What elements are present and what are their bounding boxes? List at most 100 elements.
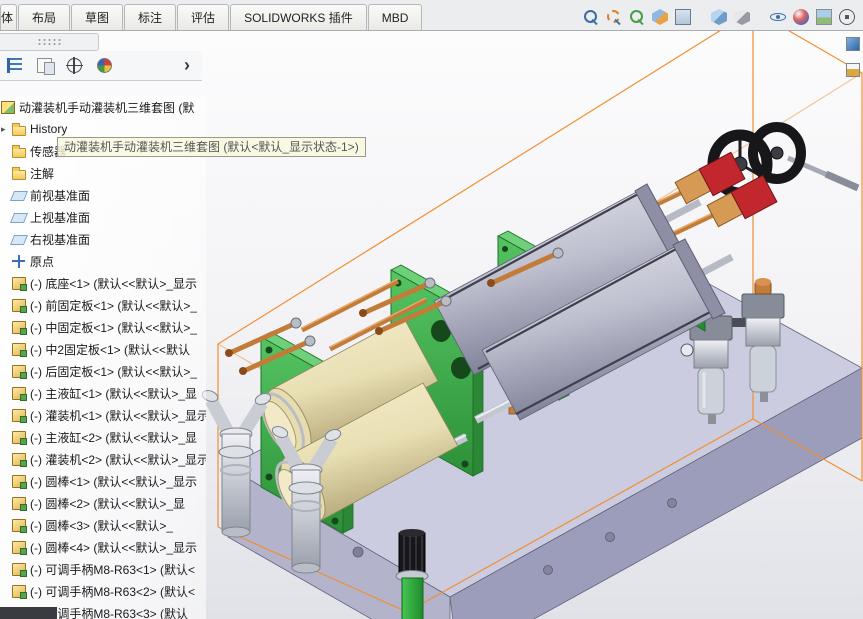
hide-show-items-icon[interactable] <box>768 8 788 26</box>
component-icon <box>12 519 26 532</box>
task-pane-tabs <box>845 36 861 78</box>
annotations-icon <box>12 170 26 180</box>
view-orientation-icon[interactable] <box>709 8 729 26</box>
component-icon <box>12 365 26 378</box>
featuremanager-tab-icon[interactable] <box>2 54 26 78</box>
command-tab-label: 评估 <box>191 9 215 26</box>
tree-item-label: (-) 圆棒<1> (默认<<默认>_显示 <box>30 473 197 490</box>
plane-icon <box>10 213 28 223</box>
tree-item-label: (-) 主液缸<2> (默认<<默认>_显 <box>30 429 197 446</box>
featuremanager-tree: 动灌装机手动灌装机三维套图 (默 History 传感器 <box>0 96 206 619</box>
tree-item-label: 前视基准面 <box>30 187 90 204</box>
command-tab-label: MBD <box>382 11 409 25</box>
displaymanager-tab-icon[interactable] <box>92 54 116 78</box>
command-tab[interactable]: SOLIDWORKS 插件 <box>230 4 367 30</box>
tree-item[interactable]: (-) 中2固定板<1> (默认<<默认 <box>0 338 206 360</box>
command-tab-label: 布局 <box>32 9 56 26</box>
command-tab-label: SOLIDWORKS 插件 <box>244 9 353 26</box>
dimxpert-tab-icon[interactable] <box>62 54 86 78</box>
tree-item[interactable]: (-) 圆棒<2> (默认<<默认>_显 <box>0 492 206 514</box>
tree-item-label: 上视基准面 <box>30 209 90 226</box>
component-icon <box>12 409 26 422</box>
tree-item[interactable]: (-) 主液缸<1> (默认<<默认>_显 <box>0 382 206 404</box>
command-tab[interactable]: 评估 <box>177 4 229 30</box>
tree-item-label: (-) 圆棒<2> (默认<<默认>_显 <box>30 495 185 512</box>
tree-item[interactable]: 注解 <box>0 162 206 184</box>
tree-item[interactable]: (-) 中固定板<1> (默认<<默认>_ <box>0 316 206 338</box>
display-style-icon[interactable] <box>732 8 752 26</box>
panel-expand-chevron[interactable] <box>176 53 198 77</box>
taskbar-fragment <box>0 607 57 619</box>
tree-item-label: 注解 <box>30 165 54 182</box>
component-icon <box>12 321 26 334</box>
command-tab[interactable]: MBD <box>368 4 423 30</box>
expand-arrow-icon[interactable] <box>1 125 12 134</box>
tree-item[interactable]: (-) 灌装机<1> (默认<<默认>_显示 <box>0 404 206 426</box>
section-view-icon[interactable] <box>650 8 670 26</box>
propertymanager-tab-icon[interactable] <box>32 54 56 78</box>
component-icon <box>12 497 26 510</box>
origin-icon <box>12 255 26 268</box>
panel-drag-grip[interactable] <box>0 33 99 51</box>
tree-item[interactable]: (-) 圆棒<1> (默认<<默认>_显示 <box>0 470 206 492</box>
component-icon <box>12 475 26 488</box>
solidworks-window: 体 布局 草图 标注 评估 SOLIDWORKS <box>0 0 863 619</box>
component-icon <box>12 453 26 466</box>
plane-icon <box>10 235 28 245</box>
view-settings-icon[interactable] <box>837 8 857 26</box>
tree-item-label: 右视基准面 <box>30 231 90 248</box>
tree-item-label: (-) 灌装机<1> (默认<<默认>_显示 <box>30 407 206 424</box>
assembly-icon <box>1 101 15 114</box>
grip-dots-icon <box>37 38 61 46</box>
apply-scene-icon[interactable] <box>814 8 834 26</box>
tree-item[interactable]: (-) 底座<1> (默认<<默认>_显示 <box>0 272 206 294</box>
component-icon <box>12 299 26 312</box>
component-icon <box>12 585 26 598</box>
tree-item[interactable]: (-) 前固定板<1> (默认<<默认>_ <box>0 294 206 316</box>
component-icon <box>12 277 26 290</box>
tree-item[interactable]: (-) 圆棒<3> (默认<<默认>_ <box>0 514 206 536</box>
edit-appearance-icon[interactable] <box>791 8 811 26</box>
tree-item-label: (-) 中固定板<1> (默认<<默认>_ <box>30 319 197 336</box>
command-tab-label: 体 <box>1 9 13 26</box>
component-icon <box>12 541 26 554</box>
component-icon <box>12 387 26 400</box>
tree-root-item[interactable]: 动灌装机手动灌装机三维套图 (默 <box>0 96 206 118</box>
tree-item-label: (-) 可调手柄M8-R63<1> (默认< <box>30 561 195 578</box>
tree-item[interactable]: (-) 可调手柄M8-R63<2> (默认< <box>0 580 206 602</box>
tree-item-label: (-) 中2固定板<1> (默认<<默认 <box>30 341 190 358</box>
tree-item-label: (-) 底座<1> (默认<<默认>_显示 <box>30 275 197 292</box>
command-tab-label: 标注 <box>138 9 162 26</box>
tree-item[interactable]: (-) 主液缸<2> (默认<<默认>_显 <box>0 426 206 448</box>
tree-root-label: 动灌装机手动灌装机三维套图 (默 <box>19 99 194 116</box>
command-tab[interactable]: 草图 <box>71 4 123 30</box>
tree-item[interactable]: (-) 圆棒<4> (默认<<默认>_显示 <box>0 536 206 558</box>
tree-item[interactable]: 前视基准面 <box>0 184 206 206</box>
component-icon <box>12 431 26 444</box>
panel-tabs <box>2 54 116 78</box>
tree-item-label: (-) 灌装机<2> (默认<<默认>_显示 <box>30 451 206 468</box>
resources-icon[interactable] <box>845 36 861 52</box>
command-tabs: 体 布局 草图 标注 评估 SOLIDWORKS <box>0 0 423 30</box>
3d-drawing-view-icon[interactable] <box>673 8 693 26</box>
tree-item-label: (-) 圆棒<3> (默认<<默认>_ <box>30 517 173 534</box>
previous-view-icon[interactable] <box>627 8 647 26</box>
tree-item-label: (-) 后固定板<1> (默认<<默认>_ <box>30 363 197 380</box>
command-tab[interactable]: 体 <box>0 4 17 30</box>
tree-item-label: (-) 可调手柄M8-R63<2> (默认< <box>30 583 195 600</box>
featuremanager-tab-bar <box>0 51 202 81</box>
tree-item[interactable]: 上视基准面 <box>0 206 206 228</box>
plane-icon <box>10 191 28 201</box>
history-icon <box>12 126 26 136</box>
zoom-area-icon[interactable] <box>604 8 624 26</box>
command-tab[interactable]: 标注 <box>124 4 176 30</box>
design-library-icon[interactable] <box>845 62 861 78</box>
command-tab[interactable]: 布局 <box>18 4 70 30</box>
zoom-fit-icon[interactable] <box>581 8 601 26</box>
tree-item[interactable]: (-) 可调手柄M8-R63<1> (默认< <box>0 558 206 580</box>
tree-item[interactable]: 原点 <box>0 250 206 272</box>
tree-item-label: 原点 <box>30 253 54 270</box>
tree-item[interactable]: 右视基准面 <box>0 228 206 250</box>
tree-item[interactable]: (-) 后固定板<1> (默认<<默认>_ <box>0 360 206 382</box>
tree-item[interactable]: (-) 灌装机<2> (默认<<默认>_显示 <box>0 448 206 470</box>
